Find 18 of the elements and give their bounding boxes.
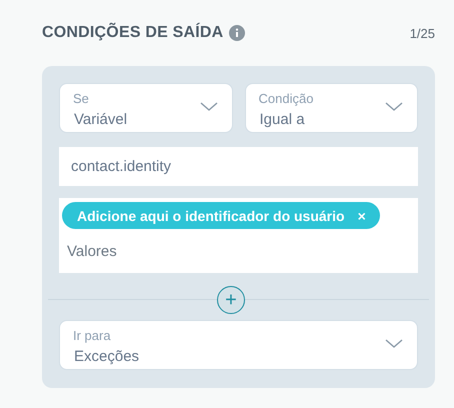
dropdown-value: Variável: [74, 110, 128, 130]
info-icon[interactable]: [229, 25, 246, 41]
dropdown-label: Condição: [258, 90, 314, 106]
dropdown[interactable]: Se Variável: [59, 83, 232, 133]
dropdown[interactable]: Ir para Exceções: [59, 320, 418, 370]
dropdown-label: Se: [73, 90, 89, 106]
dropdown-label: Ir para: [73, 328, 111, 344]
dropdown-value: Exceções: [74, 346, 140, 366]
add-condition-button[interactable]: +: [217, 286, 245, 314]
dropdown-value: Igual a: [260, 110, 305, 130]
variable-field[interactable]: contact.identity: [59, 147, 418, 186]
chevron-down-icon: [385, 102, 403, 112]
chevron-down-icon: [385, 339, 403, 349]
chevron-down-icon: [200, 102, 218, 112]
section-title: CONDIÇÕES DE SAÍDA: [42, 24, 224, 42]
page-counter: 1/25: [410, 26, 435, 40]
values-placeholder: Valores: [67, 243, 117, 260]
dropdown[interactable]: Condição Igual a: [244, 83, 418, 133]
